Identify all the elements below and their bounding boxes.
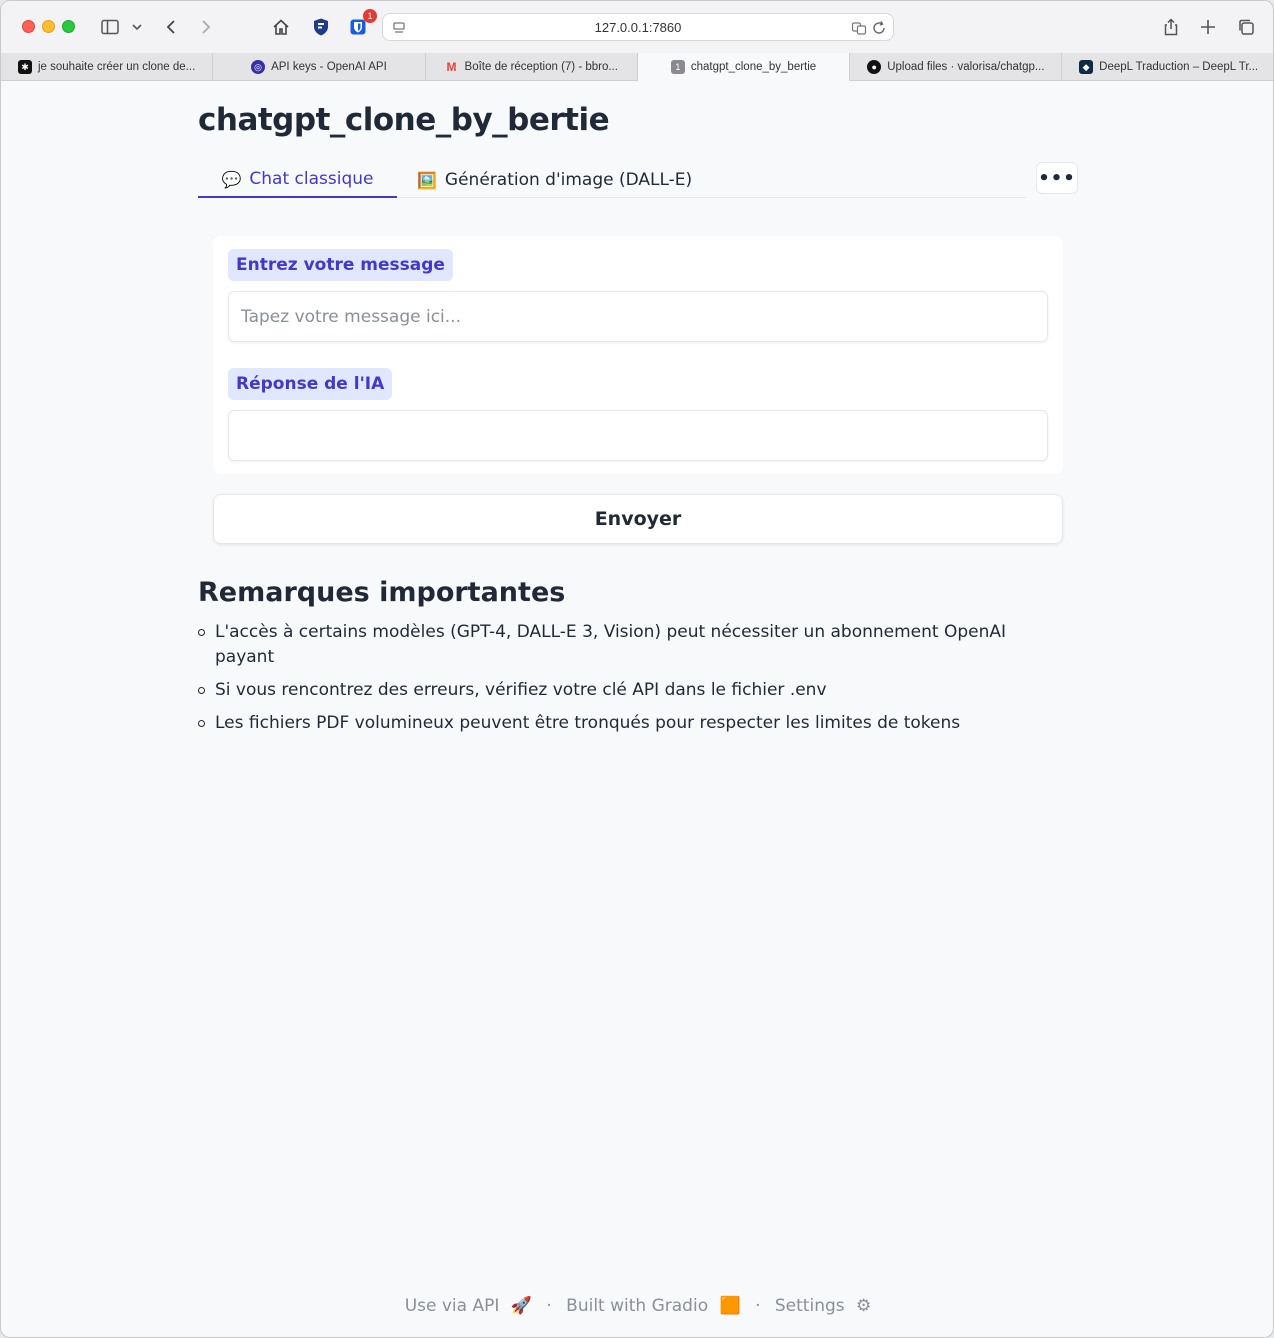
page-title: chatgpt_clone_by_bertie	[198, 102, 610, 138]
address-bar[interactable]: 127.0.0.1:7860	[382, 13, 894, 41]
browser-tab[interactable]: ◆ DeepL Traduction – DeepL Tr...	[1062, 53, 1273, 81]
list-item-text: Les fichiers PDF volumineux peuvent être…	[215, 713, 961, 733]
footer-separator: ·	[755, 1296, 761, 1316]
bullet-icon	[198, 629, 205, 636]
home-icon[interactable]	[269, 15, 293, 39]
favicon-icon: ✱	[18, 60, 32, 74]
browser-tab-label: je souhaite créer un clone de...	[38, 61, 196, 73]
reload-icon[interactable]	[871, 20, 887, 36]
tab-image-generation[interactable]: 🖼️ Génération d'image (DALL-E)	[417, 162, 692, 198]
browser-toolbar: 1 127.0.0.1:7860	[1, 1, 1273, 53]
speech-bubble-icon: 💬	[221, 169, 242, 189]
remarks-list: L'accès à certains modèles (GPT-4, DALL-…	[198, 620, 1058, 744]
gear-icon: ⚙	[856, 1296, 872, 1316]
close-window-button[interactable]	[22, 20, 35, 33]
maximize-window-button[interactable]	[62, 20, 75, 33]
browser-tab-label: Upload files · valorisa/chatgp...	[887, 61, 1045, 73]
gradio-logo-icon: 🟧	[719, 1296, 741, 1316]
tab-chat-classique[interactable]: 💬 Chat classique	[198, 162, 397, 198]
browser-tab-label: DeepL Traduction – DeepL Tr...	[1099, 61, 1259, 73]
share-icon[interactable]	[1159, 15, 1183, 39]
response-output-label: Réponse de l'IA	[228, 368, 393, 400]
sidebar-toggle-icon[interactable]	[98, 15, 122, 39]
use-via-api-link[interactable]: Use via API 🚀	[402, 1296, 535, 1316]
tab-label: Génération d'image (DALL-E)	[444, 170, 693, 190]
tab-label: Chat classique	[249, 169, 374, 189]
forward-arrow-icon[interactable]	[194, 15, 218, 39]
message-input-label: Entrez votre message	[228, 249, 453, 281]
bullet-icon	[198, 720, 205, 727]
footer-separator: ·	[546, 1296, 552, 1316]
built-with-gradio-label: Built with Gradio	[566, 1296, 709, 1316]
browser-tab-label: Boîte de réception (7) - bbro...	[464, 61, 618, 73]
translate-icon[interactable]	[851, 20, 867, 36]
deepl-favicon-icon: ◆	[1079, 60, 1094, 74]
browser-tab[interactable]: ● Upload files · valorisa/chatgp...	[850, 53, 1063, 81]
page-footer: Use via API 🚀 · Built with Gradio 🟧 · Se…	[1, 1296, 1273, 1316]
use-via-api-label: Use via API	[404, 1296, 500, 1316]
remarks-heading: Remarques importantes	[198, 577, 566, 608]
browser-window: 1 127.0.0.1:7860 ✱ je souhaite créer un …	[0, 0, 1274, 1338]
list-item: Si vous rencontrez des erreurs, vérifiez…	[198, 678, 1058, 703]
message-input[interactable]	[229, 292, 1047, 341]
rocket-icon: 🚀	[510, 1296, 532, 1316]
browser-tab-bar: ✱ je souhaite créer un clone de... ◎ API…	[1, 53, 1273, 81]
app-tab-bar: 💬 Chat classique 🖼️ Génération d'image (…	[198, 162, 1026, 198]
browser-tab[interactable]: ✱ je souhaite créer un clone de...	[1, 53, 214, 81]
chat-form-panel: Entrez votre message Réponse de l'IA	[213, 236, 1063, 474]
extension-badge: 1	[363, 9, 377, 23]
browser-tab[interactable]: ◎ API keys - OpenAI API	[213, 53, 426, 81]
minimize-window-button[interactable]	[42, 20, 55, 33]
response-output[interactable]	[229, 411, 1047, 460]
browser-tab-active[interactable]: 1 chatgpt_clone_by_bertie	[637, 53, 851, 81]
tab-overview-icon[interactable]	[1234, 15, 1258, 39]
gradio-app: chatgpt_clone_by_bertie 💬 Chat classique…	[1, 82, 1273, 1337]
openai-favicon-icon: ◎	[251, 60, 266, 74]
send-button[interactable]: Envoyer	[213, 494, 1063, 544]
settings-label: Settings	[774, 1296, 845, 1316]
list-item: L'accès à certains modèles (GPT-4, DALL-…	[198, 620, 1058, 670]
message-input-box[interactable]	[228, 291, 1048, 342]
response-output-box[interactable]	[228, 410, 1048, 461]
url-text[interactable]: 127.0.0.1:7860	[383, 20, 893, 35]
framed-picture-icon: 🖼️	[417, 170, 437, 190]
gmail-favicon-icon: M	[446, 60, 457, 74]
list-item-text: Si vous rencontrez des erreurs, vérifiez…	[215, 680, 827, 700]
list-item: Les fichiers PDF volumineux peuvent être…	[198, 711, 1058, 736]
extension-shield-icon[interactable]	[309, 15, 333, 39]
browser-tab-label: API keys - OpenAI API	[271, 61, 387, 73]
back-arrow-icon[interactable]	[159, 15, 183, 39]
settings-link[interactable]: Settings ⚙	[772, 1296, 874, 1316]
browser-tab[interactable]: M Boîte de réception (7) - bbro...	[426, 53, 638, 81]
built-with-gradio-link[interactable]: Built with Gradio 🟧	[563, 1296, 744, 1316]
bullet-icon	[198, 687, 205, 694]
browser-tab-label: chatgpt_clone_by_bertie	[690, 61, 817, 73]
list-item-text: L'accès à certains modèles (GPT-4, DALL-…	[215, 622, 1007, 667]
new-tab-icon[interactable]	[1196, 15, 1220, 39]
github-favicon-icon: ●	[867, 60, 882, 74]
more-options-button[interactable]: •••	[1036, 162, 1078, 194]
chevron-down-icon[interactable]	[127, 15, 147, 39]
tab-number-favicon-icon: 1	[670, 60, 685, 74]
